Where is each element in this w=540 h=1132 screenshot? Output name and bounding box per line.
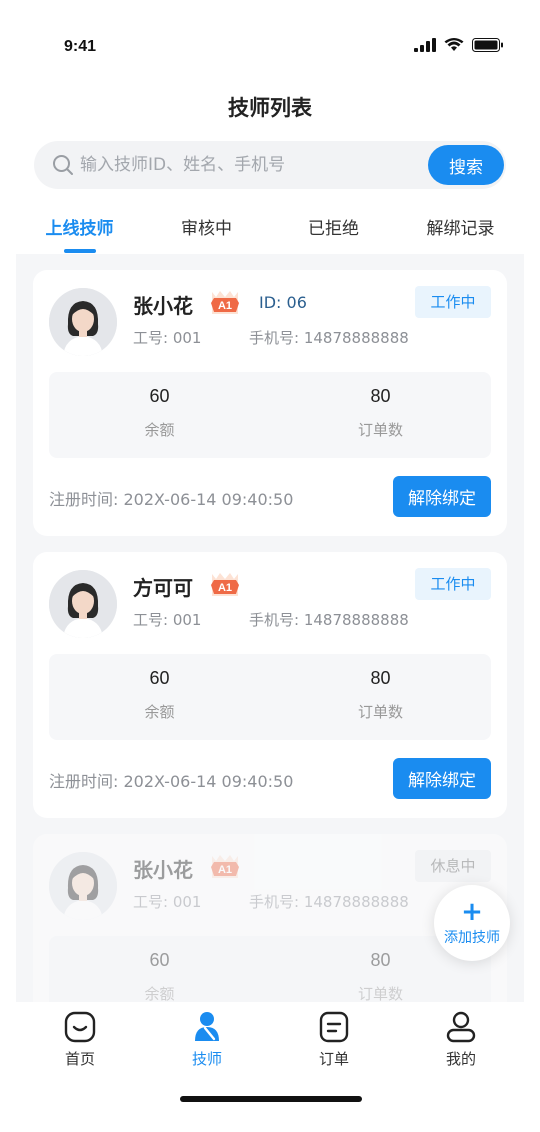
register-time: 注册时间: 202X-06-14 09:40:50	[49, 490, 294, 509]
stats-panel: 60 余额 80 订单数	[49, 372, 491, 458]
add-technician-button[interactable]: + 添加技师	[434, 885, 510, 961]
tabbar-item-profile[interactable]: 我的	[411, 1010, 511, 1069]
home-icon	[64, 1011, 96, 1043]
tab-online[interactable]: 上线技师	[16, 208, 143, 254]
active-tab-indicator	[64, 249, 96, 253]
status-badge: 工作中	[415, 568, 491, 600]
technician-card[interactable]: 张小花 ID: 06 工作中 工号: 001 手机号: 14878888888 …	[33, 270, 507, 536]
unbind-button[interactable]: 解除绑定	[393, 758, 491, 799]
status-time: 9:41	[64, 38, 97, 55]
status-tabs: 上线技师 审核中 已拒绝 解绑记录	[16, 208, 524, 254]
orders-stat: 80 订单数	[270, 668, 491, 722]
page-title: 技师列表	[228, 96, 312, 120]
tabbar-item-technician[interactable]: 技师	[157, 1010, 257, 1069]
stats-panel: 60 余额 80 订单数	[49, 654, 491, 740]
orders-stat: 80 订单数	[270, 386, 491, 440]
balance-value: 60	[149, 668, 170, 688]
tabbar-item-home[interactable]: 首页	[30, 1010, 130, 1069]
bottom-tabbar: 首页 技师 订单 我的	[0, 1002, 540, 1132]
technician-icon	[195, 1012, 219, 1041]
balance-label: 余额	[144, 703, 175, 721]
avatar	[49, 288, 117, 356]
tabbar-label: 技师	[191, 1050, 222, 1068]
status-badge: 工作中	[415, 286, 491, 318]
work-number: 工号: 001	[133, 893, 202, 911]
phone-number: 手机号: 14878888888	[249, 329, 409, 347]
home-indicator	[180, 1096, 362, 1102]
orders-value: 80	[370, 386, 391, 406]
wifi-icon	[444, 38, 464, 51]
add-technician-label: 添加技师	[444, 930, 500, 946]
tab-reviewing[interactable]: 审核中	[143, 208, 270, 254]
avatar	[49, 852, 117, 920]
profile-icon	[446, 1011, 476, 1043]
balance-label: 余额	[144, 421, 175, 439]
work-number: 工号: 001	[133, 611, 202, 629]
orders-label: 订单数	[357, 421, 403, 439]
tabbar-label: 首页	[64, 1050, 95, 1068]
avatar	[49, 570, 117, 638]
balance-stat: 60 余额	[49, 668, 270, 722]
search-button[interactable]: 搜索	[428, 145, 504, 185]
technician-name: 方可可	[133, 576, 193, 600]
status-badge: 休息中	[415, 850, 491, 882]
tabbar-item-order[interactable]: 订单	[284, 1010, 384, 1069]
level-badge-icon	[208, 852, 242, 882]
status-bar: 9:41	[0, 0, 540, 90]
stats-panel: 60 余额 80 订单数	[49, 936, 491, 1002]
technician-card[interactable]: 方可可 工作中 工号: 001 手机号: 14878888888 60 余额 8…	[33, 552, 507, 818]
plus-icon: +	[461, 897, 483, 927]
tabbar-label: 我的	[445, 1050, 476, 1068]
tab-unbind-records[interactable]: 解绑记录	[397, 208, 524, 254]
level-badge-icon	[208, 570, 242, 600]
balance-value: 60	[149, 386, 170, 406]
search-bar: 搜索	[34, 141, 506, 189]
tabbar-label: 订单	[318, 1050, 349, 1068]
signal-icon	[414, 38, 436, 52]
phone-number: 手机号: 14878888888	[249, 893, 409, 911]
orders-label: 订单数	[357, 985, 403, 1002]
search-icon	[53, 155, 73, 175]
balance-stat: 60 余额	[49, 950, 270, 1002]
balance-value: 60	[149, 950, 170, 970]
phone-number: 手机号: 14878888888	[249, 611, 409, 629]
technician-id: ID: 06	[259, 293, 307, 312]
technician-list: 张小花 ID: 06 工作中 工号: 001 手机号: 14878888888 …	[16, 254, 524, 1002]
search-input[interactable]	[80, 141, 410, 189]
balance-label: 余额	[144, 985, 175, 1002]
orders-label: 订单数	[357, 703, 403, 721]
register-time: 注册时间: 202X-06-14 09:40:50	[49, 772, 294, 791]
technician-name: 张小花	[133, 294, 193, 318]
order-icon	[319, 1011, 349, 1043]
orders-value: 80	[370, 668, 391, 688]
unbind-button[interactable]: 解除绑定	[393, 476, 491, 517]
balance-stat: 60 余额	[49, 386, 270, 440]
work-number: 工号: 001	[133, 329, 202, 347]
battery-icon	[472, 38, 503, 52]
level-badge-icon	[208, 288, 242, 318]
technician-name: 张小花	[133, 858, 193, 882]
tab-rejected[interactable]: 已拒绝	[270, 208, 397, 254]
